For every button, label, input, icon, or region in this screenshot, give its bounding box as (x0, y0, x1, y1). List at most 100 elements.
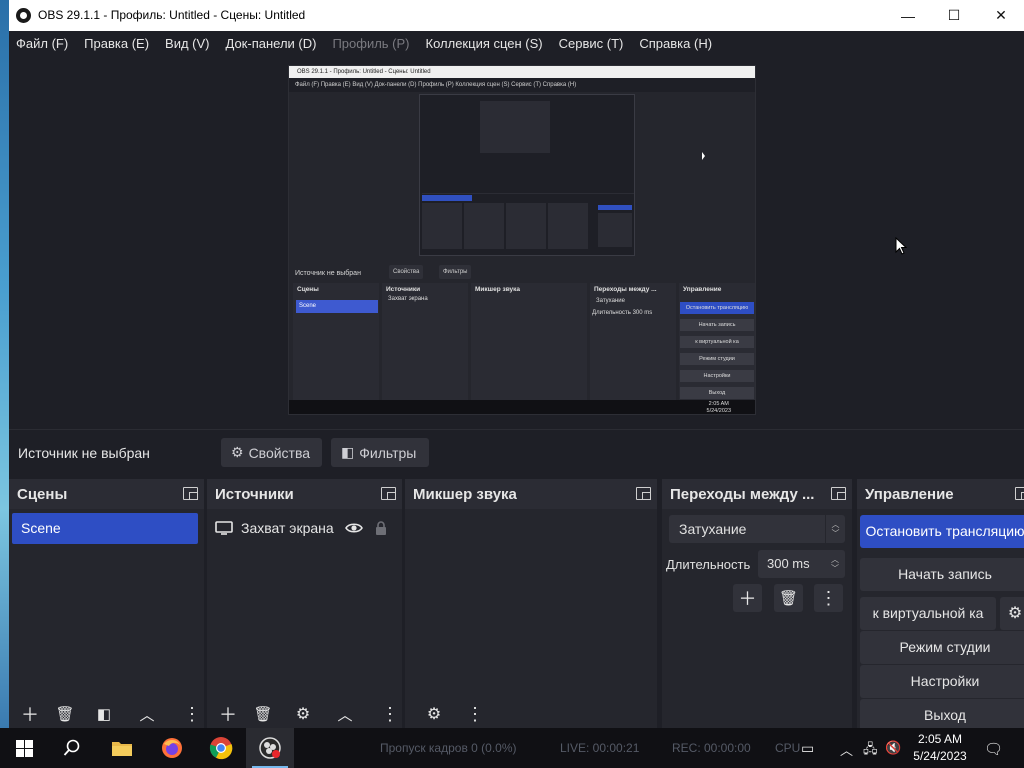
remove-transition-button[interactable]: 🗑 (774, 584, 803, 612)
preview-canvas[interactable]: OBS 29.1.1 - Профиль: Untitled - Сцены: … (288, 65, 756, 415)
menu-bar: Файл (F) Правка (E) Вид (V) Док-панели (… (9, 31, 1024, 56)
transition-more-button[interactable]: ⋮ (814, 584, 843, 612)
undock-icon[interactable] (183, 487, 198, 500)
chevron-updown-icon: ︿ ﹀ (825, 515, 845, 543)
folder-icon (112, 742, 132, 756)
obs-window: OBS 29.1.1 - Профиль: Untitled - Сцены: … (9, 0, 1024, 728)
source-toolbar: Источник не выбран ⚙ Свойства ◧ Фильтры (9, 429, 1024, 475)
preview-mini-cursor-icon (702, 152, 705, 160)
source-more-button[interactable]: ⋮ (379, 703, 401, 725)
exit-button[interactable]: Выход (860, 699, 1024, 728)
stop-streaming-button[interactable]: Остановить трансляцию (860, 515, 1024, 548)
start-virtual-camera-button[interactable]: к виртуальной ка (860, 597, 996, 630)
menu-tools[interactable]: Сервис (T) (559, 36, 624, 51)
lock-icon[interactable] (375, 521, 387, 535)
preview-mini-ctrl-3: Режим студии (680, 353, 754, 365)
menu-profile[interactable]: Профиль (P) (332, 36, 409, 51)
filter-icon: ◧ (341, 444, 355, 460)
minimize-button[interactable]: — (885, 0, 931, 31)
monitor-icon (215, 521, 233, 535)
network-icon[interactable]: 🖧 (863, 740, 878, 762)
eye-icon[interactable] (344, 522, 363, 534)
controls-dock-title: Управление (865, 486, 954, 503)
duration-value: 300 ms (767, 556, 810, 571)
spinner-arrows-icon[interactable]: ︿ ﹀ (825, 550, 845, 578)
properties-button[interactable]: ⚙ Свойства (221, 438, 322, 467)
move-source-up-button[interactable]: ︿ (334, 703, 356, 725)
preview-mini-taskbar: 2:05 AM 5/24/2023 (289, 400, 755, 414)
preview-mini-ctrl-4: Настройки (680, 370, 754, 382)
search-button[interactable] (48, 728, 96, 768)
transition-type-value: Затухание (679, 521, 747, 537)
menu-view[interactable]: Вид (V) (165, 36, 209, 51)
chevron-up-icon[interactable]: ︿ (840, 740, 853, 759)
add-source-button[interactable]: ＋ (217, 703, 239, 725)
start-recording-button[interactable]: Начать запись (860, 558, 1024, 591)
add-scene-button[interactable]: ＋ (19, 703, 41, 725)
mixer-dock-title: Микшер звука (413, 486, 517, 503)
remove-scene-button[interactable]: 🗑 (54, 703, 76, 725)
mixer-more-button[interactable]: ⋮ (464, 703, 486, 725)
gear-icon: ⚙ (231, 444, 244, 460)
mouse-cursor-icon (895, 237, 907, 255)
menu-help[interactable]: Справка (H) (639, 36, 712, 51)
chrome-icon (209, 737, 233, 760)
undock-icon[interactable] (1015, 487, 1024, 500)
firefox-button[interactable] (148, 728, 196, 768)
chrome-button[interactable] (197, 728, 245, 768)
scenes-dock: Сцены Scene ＋ 🗑 ◧ ︿ ⋮ (9, 479, 204, 728)
menu-docks[interactable]: Док-панели (D) (226, 36, 317, 51)
cpu-status: CPU (775, 741, 801, 755)
obs-icon (259, 737, 281, 759)
preview-mini-props: Свойства (389, 265, 424, 279)
preview-mini-dock-sources: Источники Захват экрана (382, 283, 468, 401)
undock-icon[interactable] (636, 487, 651, 500)
windows-logo-icon (15, 739, 33, 757)
windows-taskbar: Пропуск кадров 0 (0.0%) LIVE: 00:00:21 R… (0, 728, 1024, 768)
menu-scene-collection[interactable]: Коллекция сцен (S) (426, 36, 543, 51)
add-transition-button[interactable]: ＋ (733, 584, 762, 612)
preview-mini-dock-transitions: Переходы между ... Затухание Длительност… (590, 283, 676, 401)
task-view-icon[interactable]: ▭ (801, 740, 814, 757)
start-button[interactable] (0, 728, 48, 768)
filters-button[interactable]: ◧ Фильтры (331, 438, 429, 467)
maximize-button[interactable]: ☐ (931, 0, 977, 31)
move-scene-up-button[interactable]: ︿ (136, 703, 158, 725)
scene-transitions-dock: Переходы между ... Затухание ︿ ﹀ Длительн… (662, 479, 852, 728)
file-explorer-button[interactable] (98, 728, 146, 768)
sources-dock: Источники Захват экрана ＋ 🗑 ⚙ ︿ ⋮ (207, 479, 402, 728)
menu-edit[interactable]: Правка (E) (84, 36, 149, 51)
virtual-camera-gear-icon[interactable]: ⚙ (1000, 597, 1024, 630)
preview-area[interactable]: OBS 29.1.1 - Профиль: Untitled - Сцены: … (9, 56, 1024, 429)
preview-mini-filters: Фильтры (439, 265, 472, 279)
preview-mini-dock-mixer: Микшер звука (471, 283, 587, 401)
mixer-settings-gear-icon[interactable]: ⚙ (423, 703, 445, 725)
no-source-selected-label: Источник не выбран (18, 445, 150, 461)
studio-mode-button[interactable]: Режим студии (860, 631, 1024, 664)
clock-date: 5/24/2023 (913, 749, 967, 763)
preview-mini-dock-scenes: Сцены Scene (293, 283, 379, 401)
obs-logo-icon (16, 8, 31, 23)
rec-status: REC: 00:00:00 (672, 741, 751, 755)
sources-dock-title: Источники (215, 486, 294, 503)
scene-filters-icon[interactable]: ◧ (93, 703, 115, 725)
undock-icon[interactable] (831, 487, 846, 500)
scene-more-button[interactable]: ⋮ (181, 703, 203, 725)
scene-list-item[interactable]: Scene (12, 513, 198, 544)
live-status: LIVE: 00:00:21 (560, 741, 640, 755)
obs-taskbar-button[interactable] (246, 728, 294, 768)
source-list-item[interactable]: Захват экрана (215, 517, 387, 539)
close-button[interactable]: ✕ (978, 0, 1024, 31)
source-properties-gear-icon[interactable]: ⚙ (292, 703, 314, 725)
undock-icon[interactable] (381, 487, 396, 500)
controls-dock: Управление Остановить трансляцию Начать … (857, 479, 1024, 728)
menu-file[interactable]: Файл (F) (16, 36, 68, 51)
transition-type-select[interactable]: Затухание ︿ ﹀ (669, 515, 845, 543)
preview-mini-ctrl-5: Выход (680, 387, 754, 399)
settings-button[interactable]: Настройки (860, 665, 1024, 698)
notifications-icon[interactable]: 🗨 (984, 740, 1003, 758)
remove-source-button[interactable]: 🗑 (252, 703, 274, 725)
duration-spinbox[interactable]: 300 ms ︿ ﹀ (758, 550, 845, 578)
system-clock[interactable]: 2:05 AM 5/24/2023 (898, 731, 982, 765)
preview-mini-title: OBS 29.1.1 - Профиль: Untitled - Сцены: … (289, 66, 755, 78)
